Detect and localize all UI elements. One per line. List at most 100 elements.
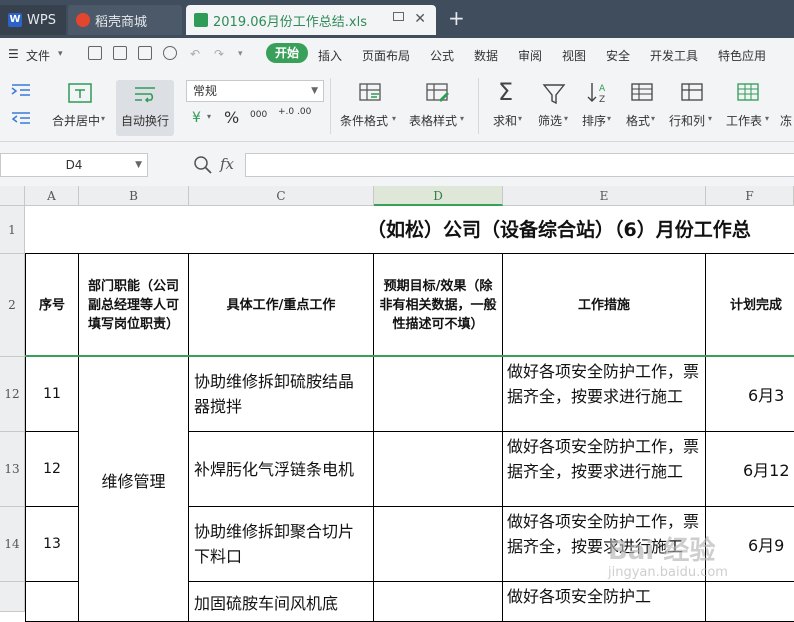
cell-seq[interactable]: 13 bbox=[25, 507, 79, 582]
menu-insert[interactable]: 插入 bbox=[318, 47, 342, 64]
name-box[interactable]: D4 ▼ bbox=[0, 153, 148, 177]
indent-increase-icon[interactable] bbox=[10, 82, 32, 98]
new-tab-plus-icon[interactable]: + bbox=[448, 8, 465, 28]
cell-goal[interactable] bbox=[374, 582, 503, 622]
row-header-next[interactable] bbox=[0, 582, 25, 612]
cell-measures[interactable]: 做好各项安全防护工作，票据齐全，按要求进行施工 bbox=[503, 432, 706, 507]
header-seq[interactable]: 序号 bbox=[25, 254, 79, 357]
table-style-chevron-icon[interactable]: ▾ bbox=[460, 114, 464, 123]
cell-work[interactable]: 加固硫胺车间风机底 bbox=[189, 582, 374, 622]
print-icon[interactable] bbox=[138, 46, 152, 60]
format-icon[interactable] bbox=[630, 82, 654, 104]
file-dropdown-chevron-icon[interactable]: ▾ bbox=[58, 49, 63, 59]
row-header-1[interactable]: 1 bbox=[0, 206, 25, 254]
cell-measures[interactable]: 做好各项安全防护工作，票据齐全，按要求进行施工 bbox=[503, 357, 706, 432]
merge-center-label[interactable]: 合并居中 bbox=[52, 112, 100, 129]
row-header-13[interactable]: 13 bbox=[0, 432, 25, 507]
menu-developer[interactable]: 开发工具 bbox=[650, 47, 698, 64]
insert-function-icon[interactable]: fx bbox=[220, 155, 234, 173]
undo-icon[interactable]: ↶ bbox=[190, 47, 200, 61]
tab-wps-home[interactable]: W WPS bbox=[0, 5, 66, 35]
worksheet-icon[interactable] bbox=[736, 82, 760, 104]
save-icon[interactable] bbox=[88, 46, 102, 60]
merge-center-icon[interactable] bbox=[67, 82, 93, 104]
cell-plan[interactable] bbox=[706, 582, 794, 622]
header-goal[interactable]: 预期目标/效果（除非有相关数据，一般性描述可不填） bbox=[374, 254, 503, 357]
currency-format-icon[interactable]: ¥ bbox=[192, 110, 201, 126]
column-header-f[interactable]: F bbox=[706, 186, 794, 206]
cell-goal[interactable] bbox=[374, 507, 503, 582]
sum-chevron-icon[interactable]: ▾ bbox=[518, 114, 522, 123]
row-header-14[interactable]: 14 bbox=[0, 507, 25, 582]
row-header-12[interactable]: 12 bbox=[0, 357, 25, 432]
menu-data[interactable]: 数据 bbox=[474, 47, 498, 64]
menu-file[interactable]: 文件 bbox=[26, 47, 50, 64]
cell-work[interactable]: 协助维修拆卸硫胺结晶器搅拌 bbox=[189, 357, 374, 432]
header-dept[interactable]: 部门职能（公司副总经理等人可填写岗位职责） bbox=[79, 254, 189, 357]
print-preview-icon[interactable] bbox=[163, 46, 177, 60]
percent-format-icon[interactable]: % bbox=[224, 108, 239, 127]
menu-home[interactable]: 开始 bbox=[266, 43, 309, 63]
cell-seq[interactable]: 11 bbox=[25, 357, 79, 432]
sum-icon[interactable]: Σ bbox=[498, 78, 513, 106]
tab-docer-shop[interactable]: 稻壳商城 bbox=[68, 5, 182, 35]
filter-label[interactable]: 筛选 bbox=[538, 112, 562, 129]
thousands-separator-icon[interactable]: 000 bbox=[250, 110, 267, 120]
currency-dropdown-chevron-icon[interactable]: ▾ bbox=[207, 112, 211, 121]
cell-work[interactable]: 补焊肟化气浮链条电机 bbox=[189, 432, 374, 507]
sort-icon[interactable]: A Z bbox=[586, 80, 612, 106]
filter-chevron-icon[interactable]: ▾ bbox=[564, 114, 568, 123]
formula-input[interactable] bbox=[245, 153, 794, 177]
zoom-search-icon[interactable] bbox=[193, 155, 213, 175]
export-pdf-icon[interactable] bbox=[113, 46, 127, 60]
column-header-d[interactable]: D bbox=[374, 186, 503, 206]
worksheet-chevron-icon[interactable]: ▾ bbox=[765, 114, 769, 123]
cell-seq[interactable] bbox=[25, 582, 79, 622]
column-header-a[interactable]: A bbox=[25, 186, 79, 206]
cell-work[interactable]: 协助维修拆卸聚合切片下料口 bbox=[189, 507, 374, 582]
indent-decrease-icon[interactable] bbox=[10, 110, 32, 126]
worksheet-label[interactable]: 工作表 bbox=[726, 112, 762, 129]
menu-page-layout[interactable]: 页面布局 bbox=[362, 47, 410, 64]
conditional-format-label[interactable]: 条件格式 bbox=[340, 112, 388, 129]
conditional-format-chevron-icon[interactable]: ▾ bbox=[392, 114, 396, 123]
cell-measures[interactable]: 做好各项安全防护工 bbox=[503, 582, 706, 622]
quick-access-chevron-icon[interactable]: ▾ bbox=[238, 49, 243, 59]
row-column-icon[interactable] bbox=[680, 82, 704, 104]
cell-plan[interactable]: 6月3 bbox=[706, 357, 794, 432]
header-plan[interactable]: 计划完成 bbox=[706, 254, 794, 357]
table-style-icon[interactable] bbox=[425, 82, 451, 104]
column-header-b[interactable]: B bbox=[79, 186, 189, 206]
menu-special[interactable]: 特色应用 bbox=[718, 47, 766, 64]
cell-dept-merged[interactable]: 维修管理 bbox=[79, 357, 189, 622]
cell-goal[interactable] bbox=[374, 357, 503, 432]
redo-icon[interactable]: ↷ bbox=[214, 47, 224, 61]
menu-formulas[interactable]: 公式 bbox=[430, 47, 454, 64]
header-measures[interactable]: 工作措施 bbox=[503, 254, 706, 357]
close-tab-icon[interactable]: ✕ bbox=[414, 11, 426, 27]
menu-review[interactable]: 审阅 bbox=[518, 47, 542, 64]
menu-view[interactable]: 视图 bbox=[562, 47, 586, 64]
row-header-2[interactable]: 2 bbox=[0, 254, 25, 357]
freeze-panes-label[interactable]: 冻 bbox=[780, 112, 792, 129]
filter-icon[interactable] bbox=[542, 82, 566, 106]
number-format-select[interactable]: 常规 ▼ bbox=[186, 80, 324, 102]
decimal-adjust-icons[interactable]: +.0 .00 bbox=[278, 108, 311, 117]
column-header-e[interactable]: E bbox=[503, 186, 706, 206]
format-label[interactable]: 格式 bbox=[626, 112, 650, 129]
table-style-label[interactable]: 表格样式 bbox=[409, 112, 457, 129]
cell-goal[interactable] bbox=[374, 432, 503, 507]
cell-seq[interactable]: 12 bbox=[25, 432, 79, 507]
hamburger-menu-icon[interactable]: ☰ bbox=[8, 47, 19, 61]
sort-label[interactable]: 排序 bbox=[582, 112, 606, 129]
format-chevron-icon[interactable]: ▾ bbox=[651, 114, 655, 123]
column-header-c[interactable]: C bbox=[189, 186, 374, 206]
select-all-corner[interactable] bbox=[0, 186, 25, 206]
menu-security[interactable]: 安全 bbox=[606, 47, 630, 64]
merge-dropdown-chevron-icon[interactable]: ▾ bbox=[101, 114, 105, 123]
header-work[interactable]: 具体工作/重点工作 bbox=[189, 254, 374, 357]
float-window-icon[interactable] bbox=[393, 12, 404, 21]
row-column-label[interactable]: 行和列 bbox=[669, 112, 705, 129]
tab-active-workbook[interactable]: 2019.06月份工作总结.xls ✕ bbox=[186, 5, 436, 35]
sum-label[interactable]: 求和 bbox=[493, 112, 517, 129]
